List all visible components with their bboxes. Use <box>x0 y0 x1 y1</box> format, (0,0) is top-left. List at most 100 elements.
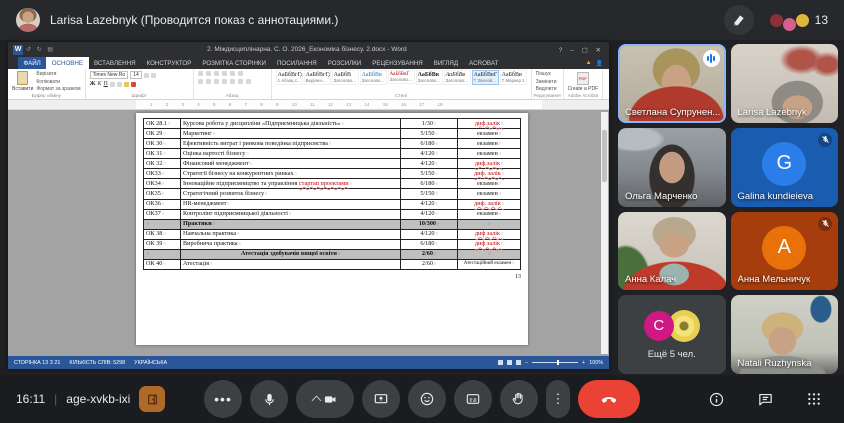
word-status-bar: СТОРІНКА 13 З 21 КІЛЬКІСТЬ СЛІВ: 5298 УК… <box>8 356 609 369</box>
ruler-numbers: 1 2 3 4 5 6 7 8 9 10 11 12 13 14 15 16 1… <box>136 100 542 109</box>
participant-name: Светлана Супрунен... <box>625 107 720 118</box>
strikethrough-icon <box>110 82 115 87</box>
font-group: Times New Ro 14 Ж К П Шрифт <box>86 69 194 99</box>
ruler: 1 2 3 4 5 6 7 8 9 10 11 12 13 14 15 16 1… <box>8 100 609 110</box>
camera-button[interactable] <box>296 380 354 418</box>
participant-name: Анна Калач <box>625 274 676 285</box>
clock-time: 16:11 <box>16 392 45 406</box>
font-group-label: Шрифт <box>86 93 193 98</box>
annotation-icon[interactable] <box>724 5 754 35</box>
styles-group: АаБбВгГд1 Абзац с... АаБбВгГдВиділен... … <box>272 69 532 99</box>
separator: | <box>54 392 57 406</box>
end-call-button[interactable] <box>578 380 640 418</box>
participant-tile[interactable]: Larisa Lazebnyk <box>731 44 839 123</box>
participant-tile[interactable]: Ольга Марченко <box>618 128 726 207</box>
raise-hand-icon <box>511 391 527 407</box>
participants-count[interactable]: 13 <box>770 10 828 31</box>
style-label: Заголово... <box>362 78 385 83</box>
indent-icon <box>222 71 227 76</box>
line-spacing-icon <box>230 79 235 84</box>
more-options-button[interactable]: ••• <box>204 380 242 418</box>
emoji-reactions-button[interactable] <box>408 380 446 418</box>
tab-review: РЕЦЕНЗУВАННЯ <box>367 57 428 69</box>
participant-tile[interactable]: Анна Калач <box>618 212 726 291</box>
google-meet-window: Larisa Lazebnyk (Проводится показ с анно… <box>0 0 844 423</box>
grow-font-icon <box>144 73 149 78</box>
screen-share-word-window: W ↺ ↻ ▤ 2. Міждисциплінарна. С. О. 2026_… <box>8 42 609 369</box>
pilcrow-icon <box>238 71 243 76</box>
emoji-icon <box>419 391 435 407</box>
subject-text: Інноваційне підприємництво та управління <box>183 180 299 187</box>
more-vertical-button[interactable]: ⋮ <box>546 380 570 418</box>
table-row: ОК 39Виробнича практика6/180диф залік <box>144 239 521 249</box>
underline-button: П <box>103 81 107 87</box>
document-title: 2. Міждисциплінарна. С. О. 2026_Економік… <box>58 46 556 53</box>
info-button[interactable] <box>702 390 731 409</box>
present-screen-icon <box>373 391 389 407</box>
tab-design: КОНСТРУКТОР <box>141 57 197 69</box>
highlight-color-icon <box>124 82 129 87</box>
microphone-button[interactable] <box>250 380 288 418</box>
paragraph-group: Абзац <box>194 69 272 99</box>
tab-acrobat: ACROBAT <box>464 57 504 69</box>
participant-grid: Светлана Супрунен... Larisa Lazebnyk Оль… <box>618 44 838 374</box>
avatar: G <box>762 142 806 186</box>
presenter-label: Larisa Lazebnyk (Проводится показ с анно… <box>50 13 338 27</box>
speaking-indicator-icon <box>703 50 720 67</box>
align-center-icon <box>206 79 211 84</box>
web-layout-icon <box>516 360 521 365</box>
page-number: 13 <box>143 274 521 280</box>
table-row: ОК 32Фінансовий менеджмент4/120диф.залік <box>144 159 521 169</box>
participant-name: Galina kundieieva <box>738 191 814 202</box>
tab-home: ОСНОВНЕ <box>46 57 88 69</box>
annotation-glyph <box>732 13 746 27</box>
table-row: ОК 38Навчальна практика4/120диф залік <box>144 229 521 239</box>
word-title-bar: W ↺ ↻ ▤ 2. Міждисциплінарна. С. О. 2026_… <box>8 42 609 57</box>
avatar: A <box>762 226 806 270</box>
document-page: ОК 28.1Курсова робота у дисципліни «Підп… <box>136 113 528 345</box>
alert-icon: ▲ <box>586 60 592 66</box>
zoom-slider-thumb <box>557 360 559 365</box>
tab-page-layout: РОЗМІТКА СТОРІНКИ <box>197 57 272 69</box>
align-left-icon <box>198 79 203 84</box>
chevron-up-icon <box>311 396 321 406</box>
table-row: ОК36HR-менеджмент4/120диф. залік <box>144 199 521 209</box>
italic-button: К <box>98 81 102 87</box>
top-bar: Larisa Lazebnyk (Проводится показ с анно… <box>0 0 844 40</box>
raise-hand-button[interactable] <box>500 380 538 418</box>
muted-mic-icon <box>818 217 832 231</box>
participant-tile[interactable]: A Анна Мельничук <box>731 212 839 291</box>
zoom-level: 100% <box>589 360 603 366</box>
presenter-avatar <box>16 8 40 32</box>
table-row: ОК 29Маркетинг5/150екзамен <box>144 129 521 139</box>
captions-button[interactable] <box>454 380 492 418</box>
curriculum-table: ОК 28.1Курсова робота у дисципліни «Підп… <box>143 118 521 270</box>
share-person-icon: 👤 <box>596 60 603 67</box>
clipboard-group: Вставити Вирізати Копіювати Формат за зр… <box>8 69 86 99</box>
style-label: Заголово... <box>446 78 469 83</box>
more-horiz-icon: ••• <box>214 391 232 407</box>
overflow-tile[interactable]: C Ещё 5 чел. <box>618 295 726 374</box>
table-row: ОК33Стратегії бізнесу на конкурентних ри… <box>144 169 521 179</box>
presenter-banner: Larisa Lazebnyk (Проводится показ с анно… <box>16 8 338 32</box>
table-row: ОК 28.1Курсова робота у дисципліни «Підп… <box>144 119 521 129</box>
participant-tile[interactable]: G Galina kundieieva <box>731 128 839 207</box>
status-page: СТОРІНКА 13 З 21 <box>14 360 60 366</box>
borders-icon <box>246 79 251 84</box>
status-word-count: КІЛЬКІСТЬ СЛІВ: 5298 <box>69 360 125 366</box>
find-button: Пошук <box>536 71 557 77</box>
create-pdf-button: Create a PDF <box>568 86 599 92</box>
apps-grid-button[interactable] <box>800 390 828 408</box>
door-icon[interactable] <box>139 386 165 412</box>
tab-file: ФАЙЛ <box>18 57 46 69</box>
style-label: Т Звичай... <box>474 78 497 83</box>
participant-tile[interactable]: Светлана Супрунен... <box>618 44 726 123</box>
multilevel-icon <box>214 71 219 76</box>
participant-tile[interactable]: Natali Ruzhynska <box>731 295 839 374</box>
chat-button[interactable] <box>751 390 780 409</box>
subscript-icon <box>117 82 122 87</box>
select-button: Виділити <box>536 86 557 92</box>
meeting-code: age-xvkb-ixi <box>66 392 130 406</box>
present-screen-button[interactable] <box>362 380 400 418</box>
print-layout-icon <box>507 360 512 365</box>
